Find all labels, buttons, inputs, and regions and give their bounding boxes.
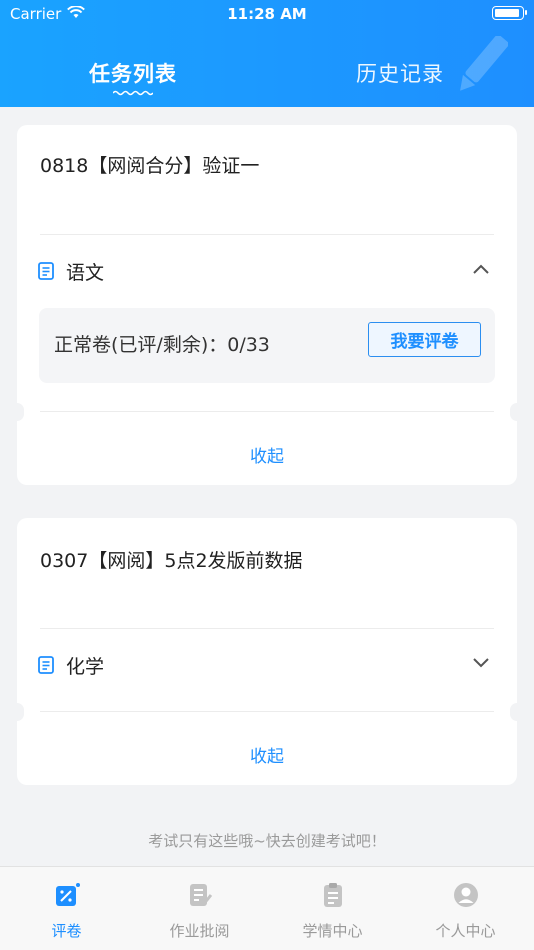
divider xyxy=(40,711,494,712)
bottom-tab-bar: 评卷 作业批阅 学情中心 个人中心 xyxy=(0,866,534,950)
exam-title: 0818【网阅合分】验证一 xyxy=(40,155,260,177)
subject-row-chemistry[interactable]: 化学 xyxy=(17,646,517,686)
tab-task-list[interactable]: 任务列表 xyxy=(89,58,177,88)
exam-title: 0307【网阅】5点2发版前数据 xyxy=(40,550,303,572)
divider xyxy=(40,411,494,412)
tabbar-label: 个人中心 xyxy=(435,922,496,940)
chevron-up-icon[interactable] xyxy=(473,264,489,274)
card-notch-left xyxy=(10,703,24,721)
divider xyxy=(40,234,494,235)
subject-row-chinese[interactable]: 语文 xyxy=(17,252,517,292)
collapse-button[interactable]: 收起 xyxy=(17,742,517,767)
status-bar: Carrier 11:28 AM xyxy=(0,0,534,28)
exam-card: 0818【网阅合分】验证一 语文 正常卷(已评/剩余)：0/33 我要评卷 收起 xyxy=(10,125,524,485)
subject-label: 化学 xyxy=(66,656,105,678)
grade-icon xyxy=(55,883,80,906)
card-notch-right xyxy=(510,403,524,421)
person-icon xyxy=(453,883,478,907)
active-tab-wave-indicator xyxy=(113,90,153,96)
homework-icon xyxy=(189,884,212,906)
document-icon xyxy=(38,656,54,674)
tabbar-item-homework[interactable]: 作业批阅 xyxy=(133,867,266,950)
app-header: Carrier 11:28 AM 任务列表 历史记录 xyxy=(0,0,534,107)
tabbar-item-grade[interactable]: 评卷 xyxy=(0,867,133,950)
card-notch-left xyxy=(10,403,24,421)
battery-icon xyxy=(492,6,527,20)
start-grading-button[interactable]: 我要评卷 xyxy=(368,322,481,357)
paper-status-panel: 正常卷(已评/剩余)：0/33 我要评卷 xyxy=(39,308,495,383)
document-icon xyxy=(38,262,54,280)
collapse-button[interactable]: 收起 xyxy=(17,442,517,467)
tabbar-item-learning-center[interactable]: 学情中心 xyxy=(266,867,399,950)
paper-status-text: 正常卷(已评/剩余)：0/33 xyxy=(54,334,270,356)
subject-label: 语文 xyxy=(66,262,105,284)
tabbar-label: 作业批阅 xyxy=(169,922,230,940)
card-notch-right xyxy=(510,703,524,721)
divider xyxy=(40,628,494,629)
pencil-decoration-icon xyxy=(460,36,508,91)
empty-hint-text: 考试只有这些哦~快去创建考试吧！ xyxy=(148,832,386,850)
tabbar-item-profile[interactable]: 个人中心 xyxy=(399,867,532,950)
tabbar-label: 评卷 xyxy=(51,922,82,940)
tab-history[interactable]: 历史记录 xyxy=(356,58,444,88)
chevron-down-icon[interactable] xyxy=(473,658,489,668)
clipboard-icon xyxy=(323,883,342,907)
tabbar-label: 学情中心 xyxy=(302,922,363,940)
status-time: 11:28 AM xyxy=(227,5,307,23)
exam-card: 0307【网阅】5点2发版前数据 化学 收起 xyxy=(10,518,524,785)
